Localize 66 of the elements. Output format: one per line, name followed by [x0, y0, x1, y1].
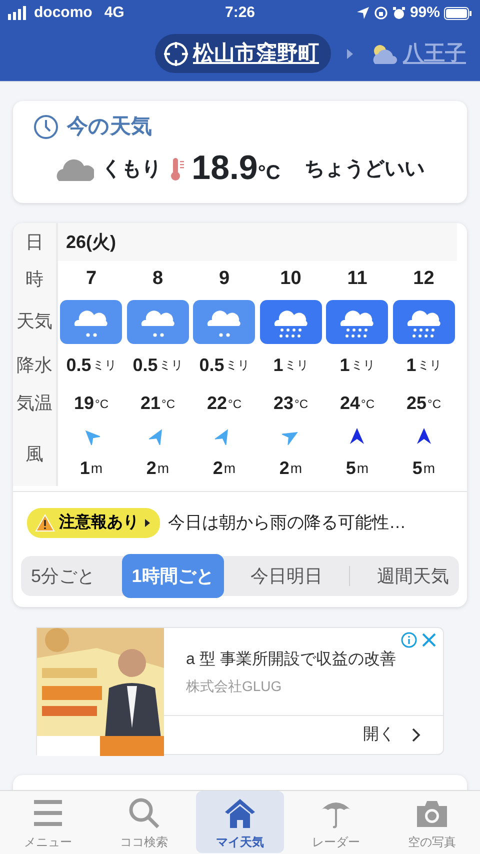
hour-label: 7: [84, 267, 98, 292]
alarm-icon: [392, 6, 406, 20]
weather-condition: くもり: [102, 157, 162, 182]
precipitation-value: 0.5 ミリ: [198, 354, 250, 376]
tab-bar-item[interactable]: 空の写真: [388, 791, 476, 853]
tab-bar-item[interactable]: レーダー: [292, 791, 380, 853]
clock-icon: [33, 114, 59, 140]
row-label: 降水: [13, 345, 58, 385]
row-label: 時: [13, 261, 58, 298]
section-title: 今の天気: [67, 114, 152, 140]
warning-badge[interactable]: 注意報あり: [27, 508, 160, 538]
warning-icon: [35, 514, 55, 532]
hour-label: 9: [218, 267, 231, 292]
open-ad-button[interactable]: 開く: [363, 723, 395, 747]
crosshair-icon: [163, 40, 189, 66]
battery-percent: 99%: [410, 2, 440, 23]
view-tab[interactable]: 5分ごと: [21, 554, 106, 598]
precipitation-value: 1 ミリ: [272, 354, 310, 376]
network-type: 4G: [104, 2, 124, 23]
tab-bar-item[interactable]: ココ検索: [100, 791, 188, 853]
precipitation-value: 1 ミリ: [405, 354, 442, 376]
alert-text[interactable]: 今日は朝から雨の降る可能性…: [168, 510, 406, 536]
info-icon[interactable]: [401, 632, 417, 648]
feeling-text: ちょうどいい: [304, 157, 424, 182]
chevron-right-icon[interactable]: [411, 727, 421, 743]
tab-bar-item[interactable]: マイ天気: [196, 791, 284, 853]
hour-label: 12: [412, 267, 436, 292]
temperature-value: 25°C: [406, 392, 442, 415]
clock-time: 7:26: [224, 2, 256, 23]
ad-advertiser: 株式会社GLUG: [186, 677, 283, 696]
location-tab[interactable]: 松山市窪野町: [155, 34, 331, 74]
precipitation-value: 1 ミリ: [338, 354, 376, 376]
precipitation-value: 0.5 ミリ: [65, 354, 118, 376]
wind-speed: 2m: [212, 456, 237, 480]
wind-speed: 2m: [278, 456, 304, 480]
temperature-value: 24°C: [339, 392, 376, 415]
carrier-name: docomo: [34, 2, 92, 23]
wind-speed: 5m: [344, 456, 370, 480]
battery-icon: [444, 6, 472, 20]
view-tab[interactable]: 週間天気: [366, 554, 459, 598]
thermometer-icon: [170, 156, 184, 182]
hour-label: 11: [346, 267, 368, 292]
row-label: 日: [13, 223, 58, 261]
hour-label: 10: [279, 267, 302, 292]
temperature-value: 19°C: [73, 392, 110, 415]
view-tab[interactable]: 今日明日: [240, 554, 332, 598]
hour-label: 8: [151, 267, 164, 292]
row-label: 風: [13, 422, 58, 486]
temperature-value: 21°C: [140, 392, 176, 415]
date-label: 26(火): [58, 223, 457, 261]
precipitation-value: 0.5 ミリ: [132, 354, 184, 376]
tab-bar-item[interactable]: メニュー: [4, 791, 92, 853]
wind-speed: 5m: [411, 456, 436, 480]
next-arrow-icon: [347, 48, 353, 58]
wind-speed: 1m: [78, 456, 104, 480]
row-label: 天気: [13, 298, 58, 345]
wind-speed: 2m: [145, 456, 170, 480]
ad-headline[interactable]: a 型 事業所開設で収益の改善: [186, 648, 429, 672]
view-tab[interactable]: 1時間ごと: [122, 554, 224, 598]
current-temperature: 18.9°C: [192, 150, 280, 188]
temperature-value: 22°C: [206, 392, 242, 415]
row-label: 気温: [13, 385, 58, 422]
rotation-lock-icon: [374, 6, 388, 20]
temperature-value: 23°C: [272, 392, 309, 415]
location-arrow-icon: [356, 6, 370, 20]
close-icon[interactable]: [421, 632, 437, 648]
